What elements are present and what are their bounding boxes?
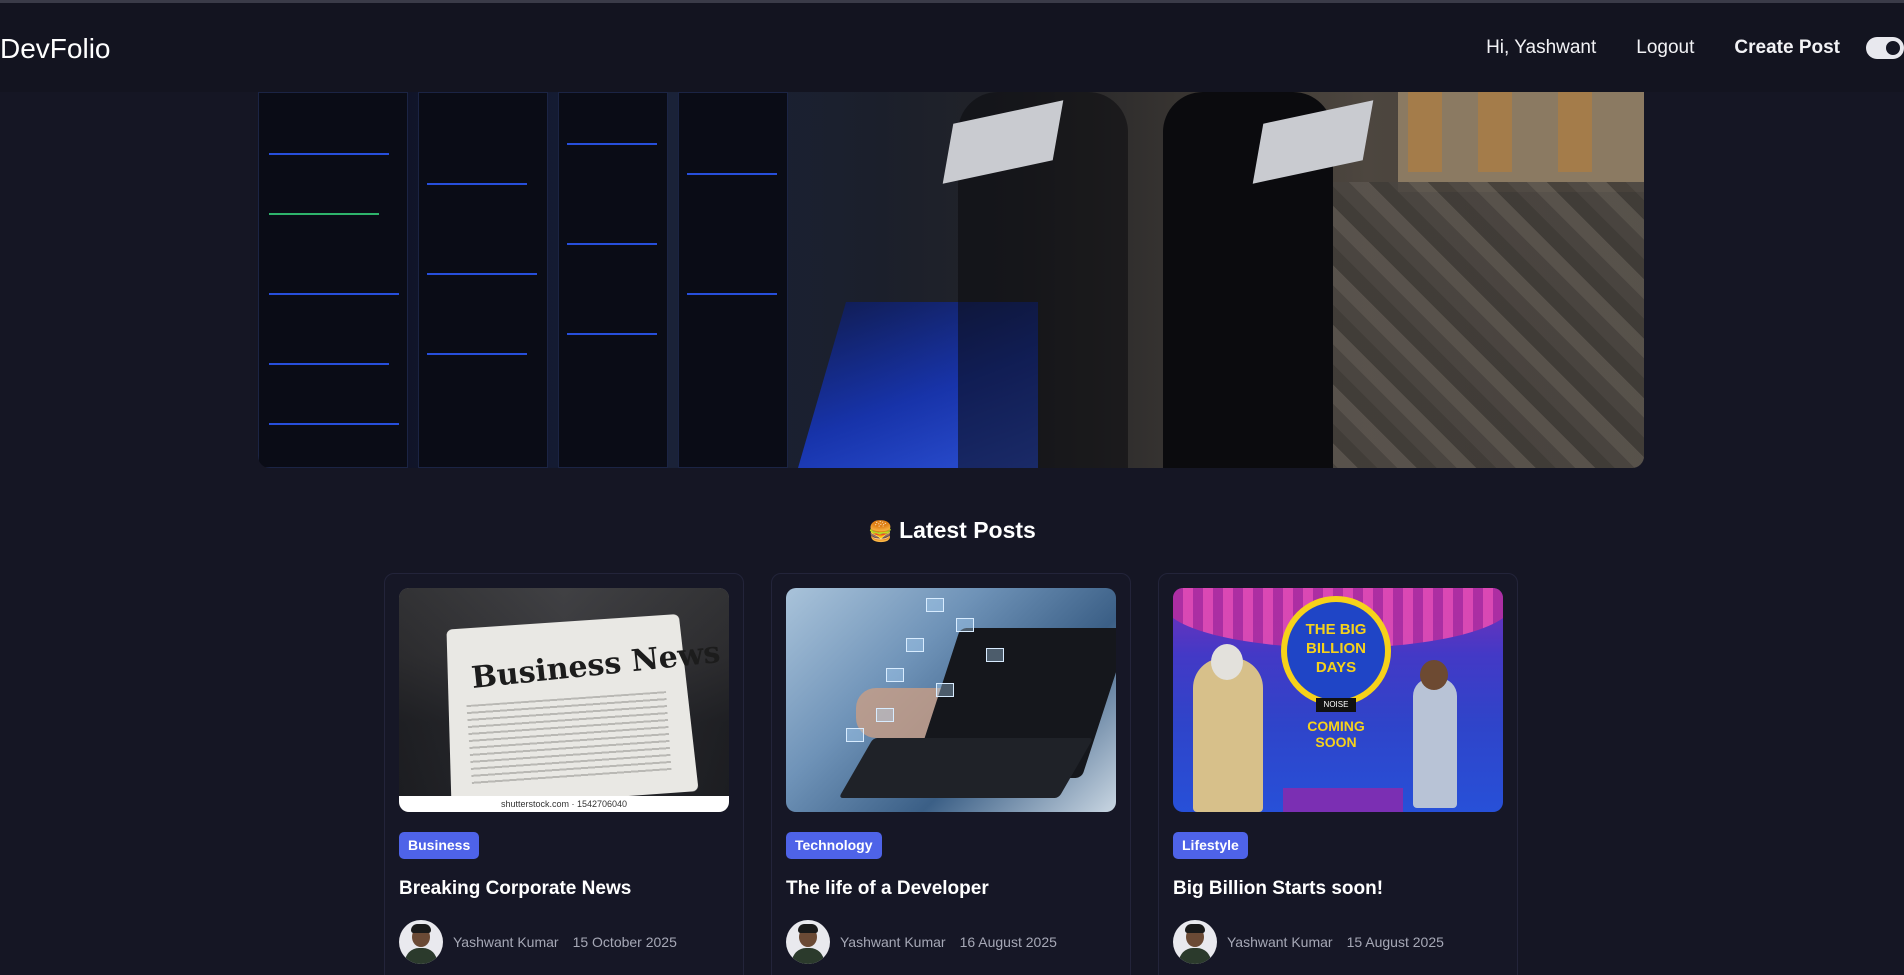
server-rack [558,92,668,468]
post-meta: Yashwant Kumar 15 August 2025 [1173,920,1444,964]
author-avatar [786,920,830,964]
post-date: 16 August 2025 [959,934,1057,950]
post-meta: Yashwant Kumar 15 October 2025 [399,920,677,964]
section-title-text: Latest Posts [899,517,1036,543]
logout-link[interactable]: Logout [1636,37,1694,59]
author-name: Yashwant Kumar [1227,934,1333,950]
post-date: 15 August 2025 [1346,934,1444,950]
door [1408,92,1442,172]
post-title[interactable]: Breaking Corporate News [399,878,631,900]
door [1558,92,1592,172]
post-card[interactable]: Technology The life of a Developer Yashw… [771,573,1131,975]
post-card[interactable]: THE BIG BILLION DAYS NOISE COMING SOON L… [1158,573,1518,975]
post-card[interactable]: Business News shutterstock.com · 1542706… [384,573,744,975]
door [1478,92,1512,172]
navbar: DevFolio Hi, Yashwant Logout Create Post [0,3,1904,92]
author-avatar [1173,920,1217,964]
author-name: Yashwant Kumar [453,934,559,950]
theme-toggle[interactable] [1866,36,1904,59]
author-name: Yashwant Kumar [840,934,946,950]
create-post-link[interactable]: Create Post [1734,37,1840,59]
post-meta: Yashwant Kumar 16 August 2025 [786,920,1057,964]
post-thumbnail[interactable] [786,588,1116,812]
post-thumbnail[interactable]: Business News shutterstock.com · 1542706… [399,588,729,812]
user-greeting[interactable]: Hi, Yashwant [1486,37,1596,59]
server-rack [418,92,548,468]
post-title[interactable]: Big Billion Starts soon! [1173,878,1383,900]
carpet-floor [1318,182,1644,468]
server-rack [258,92,408,468]
author-avatar [399,920,443,964]
burger-icon: 🍔 [868,521,894,543]
section-title: 🍔 Latest Posts [0,517,1904,544]
server-rack [678,92,788,468]
hero-image [258,92,1644,468]
nav-right: Hi, Yashwant Logout Create Post [1486,3,1904,92]
category-badge[interactable]: Technology [786,832,882,859]
category-badge[interactable]: Lifestyle [1173,832,1248,859]
post-title[interactable]: The life of a Developer [786,878,989,900]
post-date: 15 October 2025 [572,934,677,950]
brand-logo[interactable]: DevFolio [0,33,110,65]
toggle-knob [1884,38,1902,57]
category-badge[interactable]: Business [399,832,480,859]
post-thumbnail[interactable]: THE BIG BILLION DAYS NOISE COMING SOON [1173,588,1503,812]
